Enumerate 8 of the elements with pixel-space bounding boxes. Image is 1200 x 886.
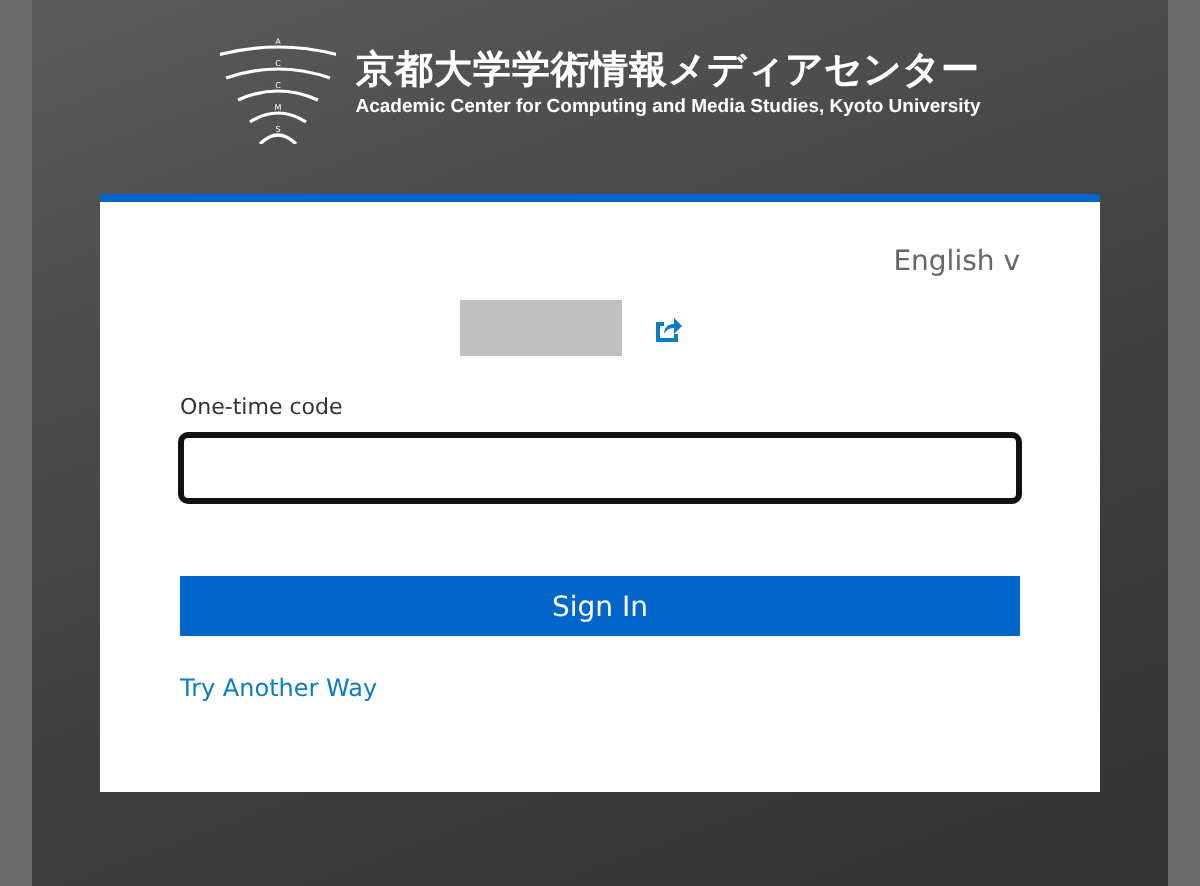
share-icon[interactable] [653, 315, 681, 341]
language-dropdown[interactable]: English v [893, 246, 1020, 278]
center-subtitle: Academic Center for Computing and Media Studies, Kyoto University [355, 94, 981, 123]
one-time-code-field[interactable] [180, 433, 1020, 501]
try-another-way-link[interactable]: Try Another Way [180, 669, 378, 705]
sign-in-button[interactable]: Sign In [180, 575, 1020, 635]
center-name: 京都大学学術情報メディアセンター [355, 48, 981, 95]
field-label: One-time code [180, 392, 345, 424]
